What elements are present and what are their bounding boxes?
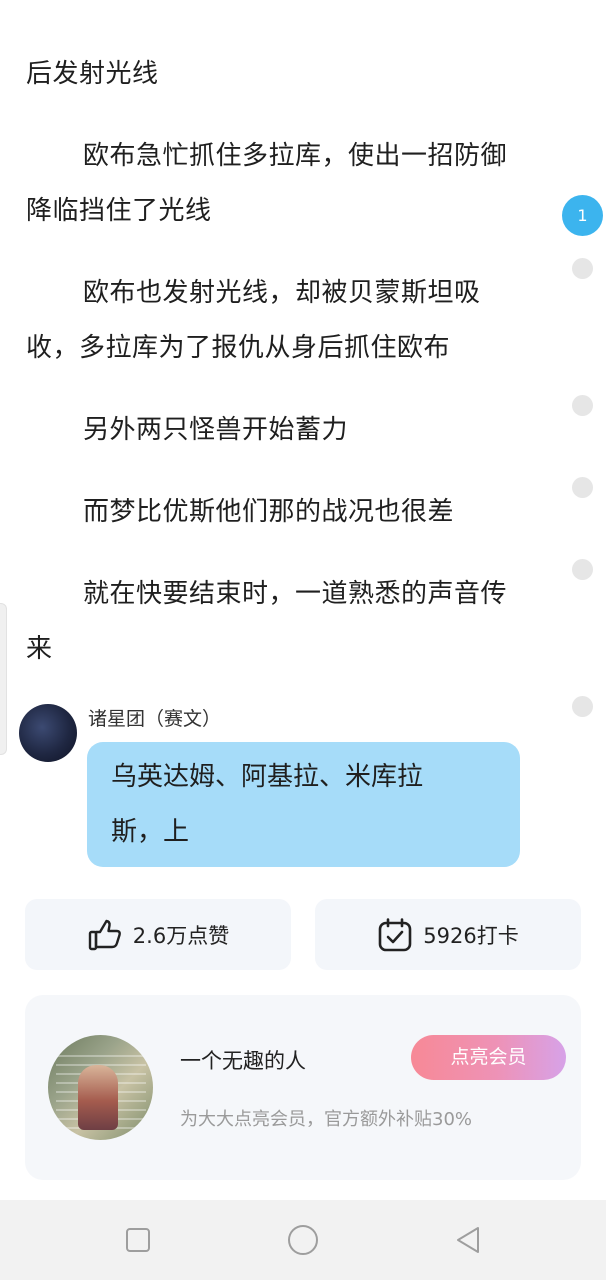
- paragraph-line: 而梦比优斯他们那的战况也很差: [83, 497, 455, 527]
- dialog-bubble: 乌英达姆、阿基拉、米库拉 斯，上: [87, 742, 520, 867]
- thumbs-up-icon: [87, 917, 123, 953]
- paragraph: 后发射光线: [26, 47, 536, 102]
- paragraph-line: 欧布也发射光线，却被贝蒙斯坦吸: [83, 278, 481, 308]
- paragraph-line: 收，多拉库为了报仇从身后抓住欧布: [26, 333, 451, 363]
- side-drawer-handle[interactable]: [0, 603, 7, 755]
- calendar-check-icon: [377, 917, 413, 953]
- comment-count-badge[interactable]: 1: [562, 195, 603, 236]
- paragraph-line: 来: [26, 634, 53, 664]
- member-avatar[interactable]: [48, 1035, 153, 1140]
- paragraph: 就在快要结束时，一道熟悉的声音传 来: [26, 567, 536, 677]
- paragraph: 欧布急忙抓住多拉库，使出一招防御 降临挡住了光线: [26, 129, 536, 239]
- comment-dot[interactable]: [572, 477, 593, 498]
- speaker-name: 诸星团（赛文）: [88, 708, 222, 730]
- reader-page: 后发射光线 欧布急忙抓住多拉库，使出一招防御 降临挡住了光线 欧布也发射光线，却…: [0, 0, 606, 1280]
- dialog-line: 斯，上: [111, 817, 190, 847]
- paragraph-line: 就在快要结束时，一道熟悉的声音传: [83, 579, 508, 609]
- paragraph: 另外两只怪兽开始蓄力: [26, 403, 536, 458]
- paragraph-line: 欧布急忙抓住多拉库，使出一招防御: [83, 141, 508, 171]
- speaker-avatar[interactable]: [19, 704, 77, 762]
- checkins-count: 5926打卡: [423, 923, 519, 948]
- comment-dot[interactable]: [572, 258, 593, 279]
- comment-dot[interactable]: [572, 696, 593, 717]
- member-subsidy-text: 为大大点亮会员，官方额外补贴30%: [180, 1109, 473, 1130]
- member-card: 一个无趣的人 为大大点亮会员，官方额外补贴30% 点亮会员: [25, 995, 581, 1180]
- square-icon[interactable]: [118, 1220, 158, 1260]
- system-navbar: [0, 1200, 606, 1280]
- paragraph: 欧布也发射光线，却被贝蒙斯坦吸 收，多拉库为了报仇从身后抓住欧布: [26, 266, 536, 376]
- comment-dot[interactable]: [572, 395, 593, 416]
- like-button[interactable]: 2.6万点赞: [25, 899, 291, 970]
- comment-dot[interactable]: [572, 559, 593, 580]
- circle-icon[interactable]: [283, 1220, 323, 1260]
- paragraph: 而梦比优斯他们那的战况也很差: [26, 485, 536, 540]
- light-up-membership-button[interactable]: 点亮会员: [411, 1035, 566, 1080]
- member-name[interactable]: 一个无趣的人: [180, 1045, 306, 1075]
- paragraph-line: 后发射光线: [26, 59, 159, 89]
- checkin-button[interactable]: 5926打卡: [315, 899, 581, 970]
- likes-count: 2.6万点赞: [132, 923, 230, 948]
- back-triangle-icon[interactable]: [448, 1220, 488, 1260]
- paragraph-line: 另外两只怪兽开始蓄力: [83, 415, 349, 445]
- dialog-line: 乌英达姆、阿基拉、米库拉: [111, 762, 424, 792]
- paragraph-line: 降临挡住了光线: [26, 196, 212, 226]
